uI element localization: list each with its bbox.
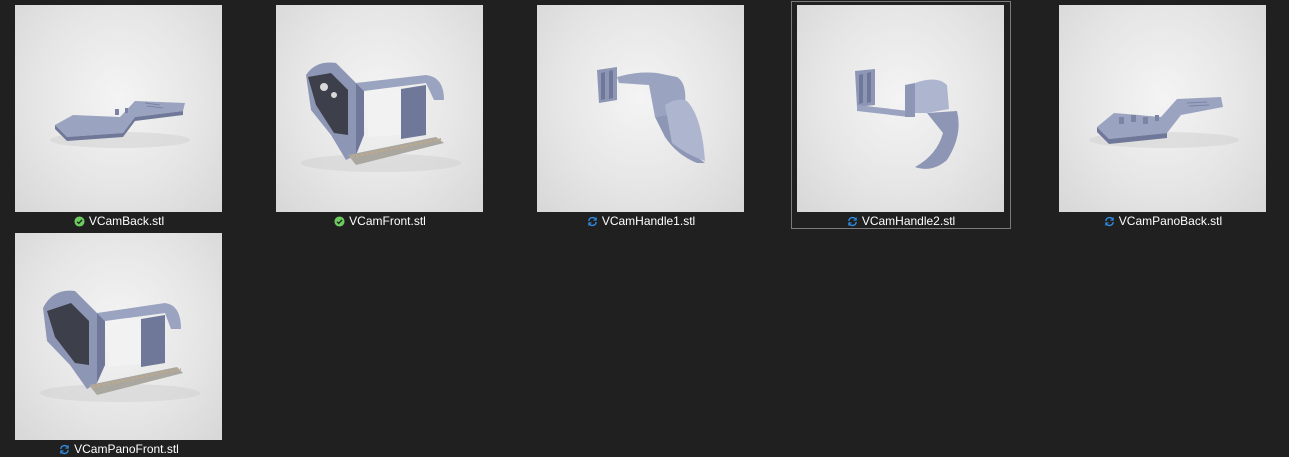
pano-front-housing-icon <box>40 290 200 402</box>
pano-back-plate-icon <box>1089 97 1239 148</box>
file-name: VCamFront.stl <box>349 214 426 228</box>
file-label: VCamBack.stl <box>10 213 228 229</box>
handle-icon <box>597 67 705 163</box>
file-name: VCamBack.stl <box>88 214 165 228</box>
file-label: VCamFront.stl <box>271 213 489 229</box>
file-tile-vcamhandle2[interactable]: VCamHandle2.stl <box>791 1 1011 229</box>
check-circle-icon <box>74 215 85 227</box>
file-name: VCamHandle1.stl <box>601 214 696 228</box>
file-label: VCamHandle1.stl <box>532 213 750 229</box>
file-tile-vcampanoback[interactable]: VCamPanoBack.stl <box>1053 3 1273 231</box>
handle-icon <box>855 69 959 169</box>
file-grid: VCamBack.stl VCamFront.stl VCamHandle1.s… <box>0 0 1289 457</box>
sync-arrows-icon <box>59 444 70 455</box>
file-label: VCamPanoFront.stl <box>10 441 228 457</box>
back-plate-icon <box>50 101 190 148</box>
file-name: VCamPanoBack.stl <box>1118 214 1223 228</box>
file-label: VCamHandle2.stl <box>792 213 1010 229</box>
file-name: VCamPanoFront.stl <box>74 442 179 456</box>
front-housing-icon <box>301 62 461 172</box>
sync-arrows-icon <box>847 216 858 227</box>
sync-arrows-icon <box>587 216 598 227</box>
file-tile-vcamhandle1[interactable]: VCamHandle1.stl <box>531 3 751 231</box>
file-tile-vcamfront[interactable]: VCamFront.stl <box>270 3 490 231</box>
thumbnail <box>276 5 483 212</box>
file-label: VCamPanoBack.stl <box>1054 213 1272 229</box>
thumbnail <box>797 5 1004 212</box>
file-tile-vcamback[interactable]: VCamBack.stl <box>9 3 229 231</box>
check-circle-icon <box>334 215 345 227</box>
thumbnail <box>537 5 744 212</box>
thumbnail <box>15 5 222 212</box>
file-tile-vcampanofront[interactable]: VCamPanoFront.stl <box>9 231 229 457</box>
sync-arrows-icon <box>1104 216 1115 227</box>
thumbnail <box>1059 5 1266 212</box>
file-name: VCamHandle2.stl <box>861 214 956 228</box>
thumbnail <box>15 233 222 440</box>
